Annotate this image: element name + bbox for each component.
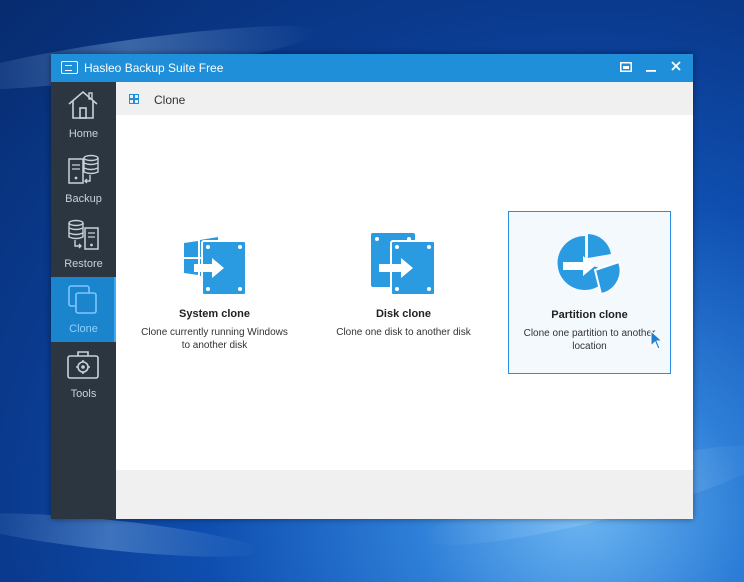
close-icon[interactable] xyxy=(665,58,687,78)
partition-clone-card[interactable]: Partition clone Clone one partition to a… xyxy=(508,211,671,374)
disk-clone-card[interactable]: Disk clone Clone one disk to another dis… xyxy=(322,211,485,374)
window-title: Hasleo Backup Suite Free xyxy=(84,61,224,75)
card-description: Clone one partition to another location xyxy=(523,328,656,352)
clone-icon xyxy=(68,285,97,314)
app-logo-icon xyxy=(61,61,78,74)
app-window: Hasleo Backup Suite Free Home Backup Res… xyxy=(51,54,693,519)
card-description: Clone one disk to another disk xyxy=(336,327,471,338)
minimize-icon[interactable] xyxy=(640,58,662,78)
card-title: Disk clone xyxy=(375,308,432,320)
mouse-cursor-icon xyxy=(650,330,664,350)
sidebar-item-backup[interactable]: Backup xyxy=(51,147,116,212)
sidebar-item-label: Backup xyxy=(65,193,102,205)
tools-icon xyxy=(67,351,99,379)
system-clone-icon xyxy=(183,237,247,296)
page-header: Clone xyxy=(116,82,693,115)
home-icon xyxy=(68,90,98,119)
sidebar-item-label: Tools xyxy=(70,388,97,400)
restore-icon[interactable] xyxy=(615,58,637,78)
card-title: System clone xyxy=(179,308,250,320)
system-clone-card[interactable]: System clone Clone currently running Win… xyxy=(133,211,296,374)
sidebar-item-home[interactable]: Home xyxy=(51,82,116,147)
active-indicator xyxy=(114,277,116,342)
footer-bar xyxy=(116,470,693,519)
restore-icon xyxy=(68,219,99,250)
sidebar-item-label: Clone xyxy=(69,323,98,335)
sidebar-item-label: Restore xyxy=(64,258,103,270)
sidebar-item-label: Home xyxy=(68,128,99,140)
backup-icon xyxy=(68,154,99,184)
sidebar-item-tools[interactable]: Tools xyxy=(51,342,116,407)
partition-clone-icon xyxy=(557,234,622,296)
card-title: Partition clone xyxy=(551,309,628,321)
title-bar: Hasleo Backup Suite Free xyxy=(51,54,693,82)
sidebar: Home Backup Restore Clone Tools xyxy=(51,82,116,519)
sidebar-item-clone[interactable]: Clone xyxy=(51,277,116,342)
sidebar-item-restore[interactable]: Restore xyxy=(51,212,116,277)
disk-clone-icon xyxy=(370,233,436,296)
grid-icon xyxy=(129,94,139,104)
page-title: Clone xyxy=(154,93,186,107)
card-description: Clone currently running Windows to anoth… xyxy=(141,327,288,351)
